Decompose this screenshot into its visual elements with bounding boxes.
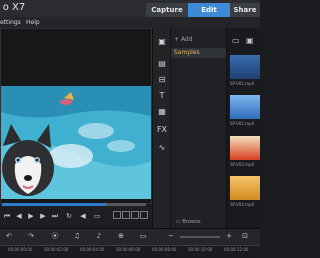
- repeat-icon[interactable]: ↻: [64, 212, 74, 220]
- ruler-tick: 00:00:06:00: [116, 247, 141, 252]
- home-icon[interactable]: ⏮: [2, 212, 12, 220]
- hd-icon[interactable]: ▭: [92, 212, 102, 220]
- transition-icon[interactable]: ⊟: [156, 74, 168, 85]
- ruler-tick: 00:00:00:00: [8, 247, 33, 252]
- instant-project-icon[interactable]: ▤: [156, 58, 168, 69]
- thumbnail-label: SP-V03.mp4: [230, 162, 255, 167]
- subtitle-icon[interactable]: ▭: [138, 232, 148, 241]
- menu-settings[interactable]: ettings: [0, 17, 21, 28]
- dog-swimming-image: [1, 86, 151, 199]
- next-frame-icon[interactable]: ▶: [38, 212, 48, 220]
- redo-icon[interactable]: ↷: [26, 232, 36, 241]
- ruler-tick: 00:00:02:00: [44, 247, 69, 252]
- photo-view-icon[interactable]: ▣: [246, 36, 254, 45]
- auto-music-icon[interactable]: ♪: [94, 232, 104, 241]
- prev-frame-icon[interactable]: ◀: [14, 212, 24, 220]
- menu-help[interactable]: Help: [26, 17, 40, 28]
- volume-icon[interactable]: ◀: [78, 212, 88, 220]
- record-icon[interactable]: ⦿: [50, 232, 60, 241]
- video-frame: [1, 86, 151, 199]
- motion-track-icon[interactable]: ⊕: [116, 232, 126, 241]
- zoom-in-icon[interactable]: +: [224, 232, 234, 241]
- library-folder-samples[interactable]: Samples: [171, 48, 226, 58]
- undo-icon[interactable]: ↶: [4, 232, 14, 241]
- add-label: Add: [180, 36, 193, 43]
- graphic-icon[interactable]: ▦: [156, 106, 168, 117]
- thumbnail-3[interactable]: [230, 136, 260, 160]
- tool-strip: ▣ ▤ ⊟ T ▦ FX ∿: [152, 28, 171, 228]
- folder-view-icon[interactable]: ▭: [232, 36, 240, 45]
- path-icon[interactable]: ∿: [156, 142, 168, 153]
- playback-progress[interactable]: [2, 203, 106, 206]
- thumbnail-1[interactable]: [230, 55, 260, 79]
- timeline-toolbar: [0, 228, 260, 246]
- title-icon[interactable]: T: [156, 90, 168, 101]
- app-title: o X7: [2, 2, 26, 13]
- filter-icon[interactable]: FX: [156, 124, 168, 135]
- fit-icon[interactable]: ⊡: [240, 232, 250, 241]
- ruler-tick: 00:00:12:00: [224, 247, 249, 252]
- add-folder-button[interactable]: + Add: [174, 36, 193, 43]
- timecode-box[interactable]: [113, 211, 121, 219]
- thumbnail-label: SP-V02.mp4: [230, 121, 255, 126]
- timecode-box[interactable]: [131, 211, 139, 219]
- thumbnail-4[interactable]: [230, 176, 260, 200]
- ruler-tick: 00:00:08:00: [152, 247, 177, 252]
- browse-label: Browse: [182, 219, 201, 225]
- thumbnail-label: SP-V01.mp4: [230, 81, 255, 86]
- thumbnail-2[interactable]: [230, 95, 260, 119]
- ruler-tick: 00:00:10:00: [188, 247, 213, 252]
- timecode-box[interactable]: [140, 211, 148, 219]
- plus-icon: +: [174, 36, 181, 43]
- ruler-tick: 00:00:04:00: [80, 247, 105, 252]
- browse-button[interactable]: ▭ Browse: [176, 219, 201, 225]
- sound-mixer-icon[interactable]: ♫: [72, 232, 82, 241]
- tab-capture[interactable]: Capture: [146, 3, 188, 17]
- thumbnail-label: SP-V04.mp4: [230, 202, 255, 207]
- tab-share[interactable]: Share: [230, 3, 260, 17]
- end-icon[interactable]: ⏭: [50, 212, 60, 220]
- media-icon[interactable]: ▣: [156, 36, 168, 47]
- zoom-slider[interactable]: [180, 236, 220, 238]
- library-panel: [170, 28, 227, 228]
- play-icon[interactable]: ▶: [26, 212, 36, 220]
- preview-window[interactable]: [0, 28, 152, 204]
- zoom-out-icon[interactable]: −: [166, 232, 176, 241]
- tab-edit[interactable]: Edit: [188, 3, 230, 17]
- timecode-box[interactable]: [122, 211, 130, 219]
- playback-track[interactable]: [106, 203, 146, 206]
